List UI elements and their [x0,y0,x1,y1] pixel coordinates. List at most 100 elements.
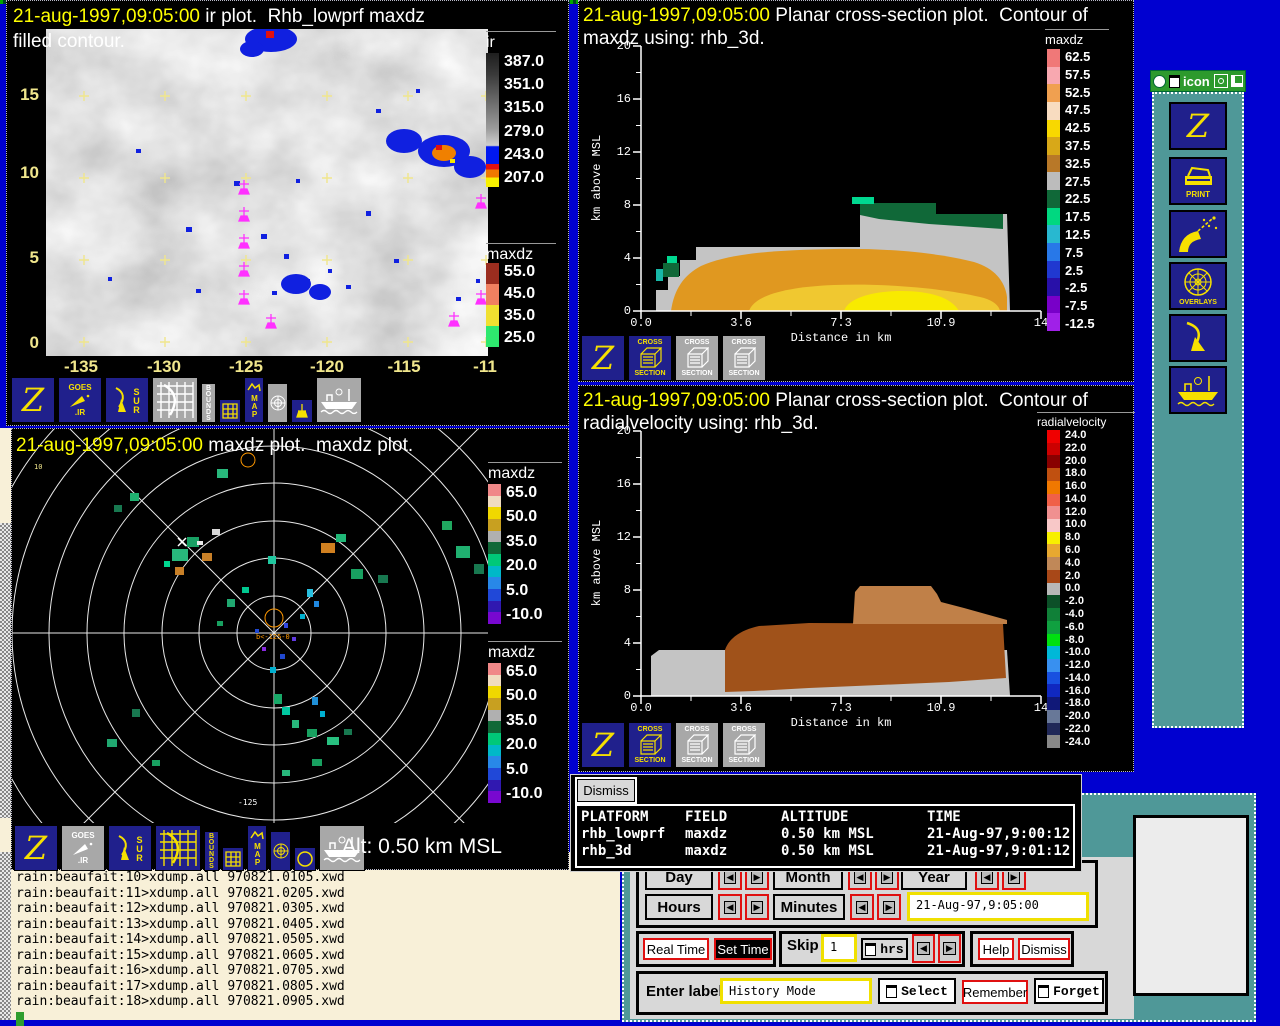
y-tick: 0 [13,333,39,353]
cross-section-button[interactable]: CROSS SECTION [675,335,719,381]
terminal-scrollbar[interactable] [0,852,11,1020]
cross-section-button[interactable]: CROSS SECTION [722,722,766,768]
menu-icon [886,985,897,998]
buoy-button[interactable] [291,399,313,423]
x-tick: 7.3 [811,316,871,330]
terminal-window[interactable]: rain:beaufait:10>xdump.all 970821.0105.x… [0,852,620,1020]
minutes-prev-button[interactable]: ◀ [850,894,874,920]
ship-button[interactable] [316,377,362,423]
zebra-logo-button[interactable]: Z [14,825,58,871]
print-button[interactable]: PRINT [1169,157,1227,205]
goes-ir-button[interactable]: GOES .IR [58,377,102,423]
zebra-logo-button[interactable]: Z [11,377,55,423]
remember-button[interactable]: Remember [962,980,1028,1004]
radialvelocity-colorbar-title: radialvelocity [1037,412,1135,429]
radar-grid-button[interactable] [155,825,201,871]
ppi-plot-title: 21-aug-1997,09:05:00 maxdz plot. maxdz p… [16,435,413,457]
surveillance-radar-button[interactable]: SUR [108,825,152,871]
map-button[interactable]: MAP [244,377,264,423]
minutes-next-button[interactable]: ▶ [877,894,901,920]
altitude-label: Alt: 0.50 km MSL [342,835,502,859]
cross-section-button-active[interactable]: CROSS SECTION [628,335,672,381]
field-status-window: Dismiss PLATFORM FIELD ALTITUDE TIME rhb… [570,774,1082,872]
window-menu-icon[interactable] [1153,75,1166,88]
radar-dish-icon [1181,319,1215,357]
overlays-button[interactable]: OVERLAYS [1169,262,1227,310]
ppi-plot-window: b<-125-0 10 -125 21-aug-1997,09:05:00 ma… [11,428,569,870]
grid-small-button[interactable] [219,399,241,423]
label-value-field[interactable]: History Mode [720,978,872,1004]
y-tick: 4 [609,251,631,265]
skip-value-field[interactable]: 1 [821,934,857,962]
circle-overlay-button[interactable] [294,847,316,871]
goes-ir-button[interactable]: GOES .IR [61,825,105,871]
history-list-box[interactable] [1133,815,1249,996]
y-tick: 8 [609,198,631,212]
xterm-edge-sliver [0,428,11,852]
zebra-logo-button[interactable]: Z [1169,102,1227,150]
map-button[interactable]: MAP [247,825,267,871]
menu-icon [1038,985,1049,998]
real-time-button[interactable]: Real Time [643,938,709,960]
skip-back-button[interactable]: ◀ [912,934,935,963]
y-tick: 16 [609,477,631,491]
overlay-rings-button[interactable] [270,831,291,871]
overlay-rings-button[interactable] [267,383,288,423]
hours-label: Hours [645,894,713,920]
timestamp: 21-aug-1997,09:05:00 [583,390,770,411]
zebra-logo-button[interactable]: Z [581,335,625,381]
grid-icon [225,851,241,867]
bounds-button[interactable]: BOUNDS [201,383,216,423]
ship-button[interactable] [1169,366,1227,414]
satellite-button[interactable] [1169,210,1227,258]
x-tick: 7.3 [811,701,871,715]
xsection-title-line2: radialvelocity using: rhb_3d. [583,413,819,435]
maximize-icon[interactable] [1231,75,1243,87]
xterm-scrollbar[interactable] [0,523,11,818]
select-button[interactable]: Select [878,978,956,1004]
time-value-field[interactable]: 21-Aug-97,9:05:00 [907,892,1089,921]
radar-grid-button[interactable] [152,377,198,423]
cross-section-button-active[interactable]: CROSS SECTION [628,722,672,768]
forget-button[interactable]: Forget [1034,978,1104,1004]
x-tick: -115 [372,357,436,377]
table-row: rhb_lowprfmaxdz0.50 km MSL21-Aug-97,9:00… [581,826,1073,843]
icon-rail-titlebar[interactable]: icon [1150,70,1246,92]
surveillance-radar-button[interactable]: SUR [105,377,149,423]
bounds-button[interactable]: BOUNDS [204,831,219,871]
x-tick: 0.0 [611,701,671,715]
cube-icon [685,346,709,370]
y-tick: 8 [609,583,631,597]
terminal-text[interactable]: rain:beaufait:10>xdump.all 970821.0105.x… [16,870,345,1010]
select-label: Select [901,984,948,999]
minimize-icon[interactable] [1214,74,1228,88]
ppi-radar-display[interactable]: b<-125-0 10 -125 [12,429,488,823]
satellite-dish-icon [68,392,92,408]
skip-units-button[interactable]: hrs [861,938,908,960]
x-tick: 10.9 [911,701,971,715]
y-tick: 16 [609,92,631,106]
cross-section-button[interactable]: CROSS SECTION [675,722,719,768]
hours-prev-button[interactable]: ◀ [718,894,742,920]
status-dismiss-button[interactable]: Dismiss [577,779,635,802]
x-tick: 3.6 [711,316,771,330]
ir-satellite-image[interactable] [46,29,488,356]
cross-section-button[interactable]: CROSS SECTION [722,335,766,381]
minutes-label: Minutes [773,894,845,920]
map-shapes-icon [250,830,264,842]
hours-next-button[interactable]: ▶ [745,894,769,920]
dismiss-button[interactable]: Dismiss [1018,938,1070,960]
zebra-logo-button[interactable]: Z [581,722,625,768]
radar-button[interactable] [1169,314,1227,362]
set-time-button[interactable]: Set Time [714,938,772,960]
grid-small-button[interactable] [222,847,244,871]
document-icon[interactable] [1169,75,1180,88]
maxdz-colorbar-title: maxdz [486,243,556,264]
maxdz-colorbar-title: maxdz [1045,29,1109,47]
forget-label: Forget [1053,984,1100,999]
maxdz-colorbar-title: maxdz [488,641,562,662]
xsection-title: 21-aug-1997,09:05:00 Planar cross-sectio… [583,5,1088,27]
skip-fwd-button[interactable]: ▶ [938,934,961,963]
y-tick: 15 [13,85,39,105]
help-button[interactable]: Help [978,938,1014,960]
